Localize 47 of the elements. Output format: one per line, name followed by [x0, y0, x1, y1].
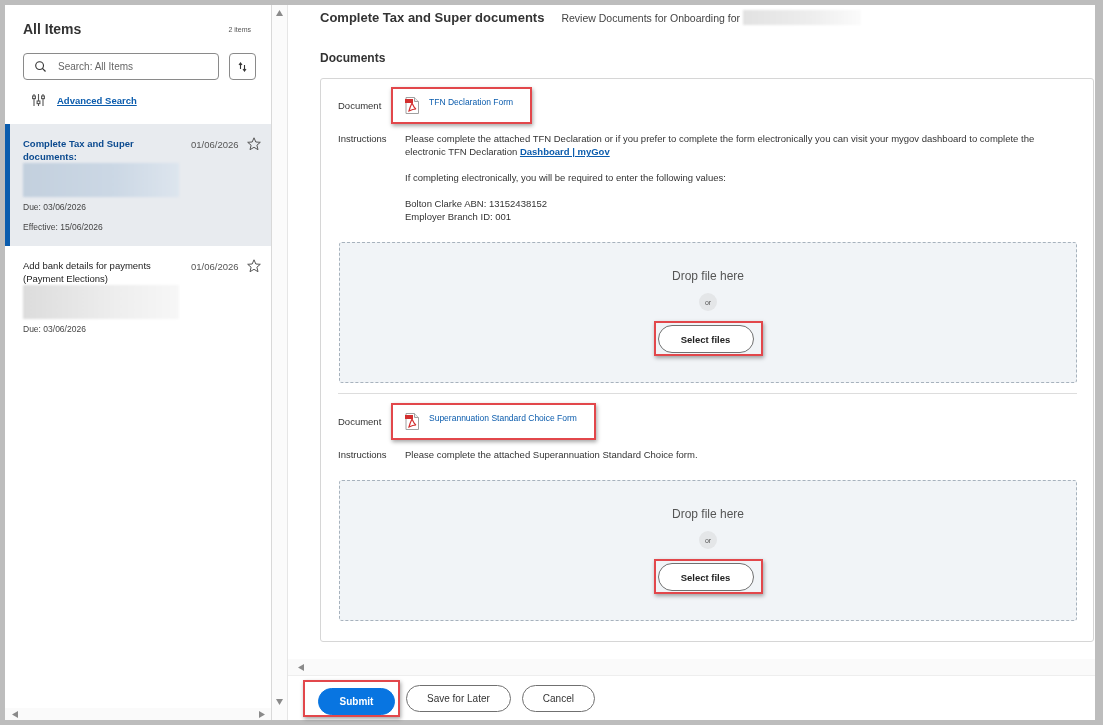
- field-label: Document: [338, 100, 383, 111]
- advanced-search-link[interactable]: Advanced Search: [57, 94, 137, 106]
- file-link[interactable]: TFN Declaration Form: [429, 97, 514, 108]
- task-detail-text: Due: 03/06/2026: [23, 202, 87, 213]
- scroll-up-icon[interactable]: [276, 9, 283, 16]
- task-title: Add bank details for payments (Payment Elections): [23, 259, 152, 285]
- sidebar-title: All Items: [23, 20, 82, 38]
- search-field[interactable]: Search: All Items: [23, 53, 219, 80]
- task-detail-text: Effective: 15/06/2026: [23, 222, 104, 233]
- search-icon: [35, 61, 46, 72]
- page-subtitle: Review Documents for Onboarding for: [561, 11, 740, 24]
- task-date: 01/06/2026: [191, 260, 239, 274]
- select-files-button[interactable]: Select files: [657, 325, 754, 353]
- scroll-down-icon[interactable]: [276, 698, 283, 705]
- instruction-text: Please complete the attached TFN Declaration or if you prefer to complete the form electronically you can visit your mygov dashboard to complete the electronic TFN Declaration Dashboard | myGov: [405, 132, 1036, 158]
- pdf-file-icon: [405, 413, 419, 430]
- instruction-text: If completing electronically, you will be required to enter the following values:: [405, 171, 727, 184]
- page-title: Complete Tax and Super documents: [320, 9, 545, 26]
- save-for-later-button[interactable]: Save for Later: [406, 684, 511, 712]
- drop-hint-text: Drop file here: [671, 507, 744, 521]
- task-title: Complete Tax and Super documents:: [23, 137, 135, 163]
- field-label: Instructions: [338, 448, 388, 461]
- cancel-button[interactable]: Cancel: [521, 684, 595, 712]
- instruction-text: Please complete the attached Superannuation Standard Choice form.: [405, 448, 699, 461]
- sort-button[interactable]: [229, 53, 256, 80]
- section-heading: Documents: [320, 51, 387, 66]
- scroll-left-icon[interactable]: [297, 663, 304, 671]
- select-files-button[interactable]: Select files: [657, 563, 754, 591]
- scroll-left-icon[interactable]: [11, 710, 18, 718]
- instruction-text: Bolton Clarke ABN: 13152438152: [405, 197, 549, 210]
- drop-hint-text: Drop file here: [671, 269, 744, 283]
- field-label: Document: [338, 416, 383, 427]
- task-detail-text: Due: 03/06/2026: [23, 324, 87, 335]
- task-date: 01/06/2026: [191, 138, 239, 152]
- instruction-text: Employer Branch ID: 001: [405, 210, 513, 223]
- sliders-icon: [32, 94, 45, 106]
- star-icon[interactable]: [247, 259, 261, 273]
- star-icon[interactable]: [247, 137, 261, 151]
- task-item[interactable]: Complete Tax and Super documents: Due: 03/06/2026 Effective: 15/06/2026 01/06/2026: [5, 124, 271, 246]
- scroll-right-icon[interactable]: [259, 710, 266, 718]
- text-link[interactable]: Dashboard | myGov: [519, 146, 610, 157]
- task-item[interactable]: Add bank details for payments (Payment Elections) Due: 03/06/2026 01/06/2026: [5, 246, 271, 348]
- sort-icon: [238, 61, 247, 72]
- submit-button[interactable]: Submit: [318, 687, 395, 715]
- file-link[interactable]: Superannuation Standard Choice Form: [429, 413, 577, 424]
- pdf-file-icon: [405, 97, 419, 114]
- field-label: Instructions: [338, 132, 388, 146]
